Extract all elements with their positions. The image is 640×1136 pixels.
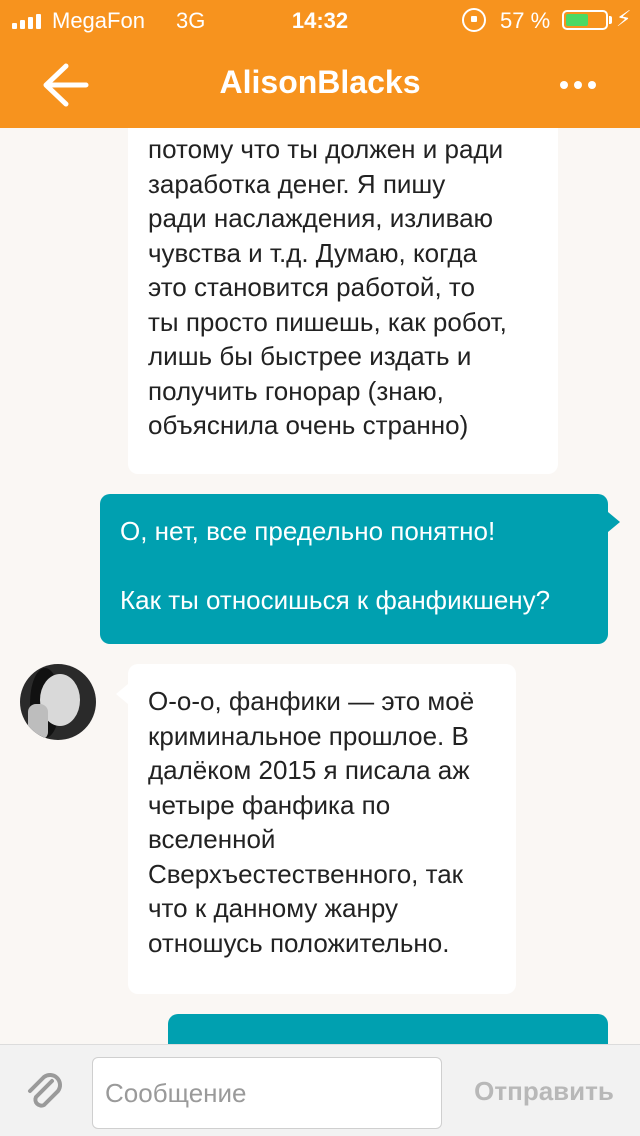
back-button[interactable] [36, 60, 96, 110]
signal-icon [12, 13, 41, 29]
message-line: что к данному жанру [148, 893, 399, 923]
avatar[interactable] [20, 664, 96, 740]
message-line: чувства и т.д. Думаю, когда [148, 237, 478, 268]
message-bubble-outgoing [168, 1014, 608, 1044]
more-options-button[interactable] [550, 70, 606, 100]
message-line: четыре фанфика по [148, 789, 391, 820]
paperclip-icon [28, 1073, 62, 1108]
arrow-left-icon [43, 63, 89, 107]
message-line: отношусь положительно. [148, 927, 450, 958]
network-type: 3G [176, 8, 206, 33]
message-bubble-incoming: потому что ты должен и ради заработка де… [128, 128, 558, 474]
more-dots-icon [560, 81, 568, 89]
orientation-lock-icon [462, 8, 486, 32]
chat-title: AlisonBlacks [219, 64, 421, 100]
message-line: лишь бы быстрее издать и [148, 341, 472, 371]
status-bar: MegaFon 3G 14:32 57 % ⚡ [0, 0, 640, 40]
composer-bar: Отправить [0, 1044, 640, 1136]
message-line: далёком 2015 я писала аж [148, 755, 470, 785]
battery-icon [562, 10, 608, 30]
charging-icon: ⚡ [616, 6, 632, 31]
message-line: вселенной [148, 824, 276, 854]
message-bubble-outgoing: О, нет, все предельно понятно! Как ты от… [100, 494, 620, 644]
message-line-break [120, 549, 588, 584]
message-line: О, нет, все предельно понятно! [120, 516, 496, 546]
message-line: потому что ты должен и ради [148, 134, 504, 164]
message-bubble-incoming: О-о-о, фанфики — это моё криминальное пр… [116, 664, 516, 994]
battery-level [566, 14, 588, 26]
message-input[interactable] [92, 1057, 442, 1129]
message-line: ты просто пишешь, как робот, [148, 306, 507, 337]
battery-percent: 57 % [500, 8, 551, 33]
avatar-hand [28, 704, 48, 740]
message-line: это становится работой, то [148, 272, 475, 302]
more-dots-icon [588, 81, 596, 89]
message-line: криминальное прошлое. В [148, 720, 469, 751]
message-line: заработка денег. Я пишу [148, 168, 446, 199]
message-line: О-о-о, фанфики — это моё [148, 686, 475, 716]
more-dots-icon [574, 81, 582, 89]
attach-button[interactable] [22, 1069, 70, 1117]
message-line: Сверхъестественного, так [148, 858, 464, 889]
message-line: ради наслаждения, изливаю [148, 203, 494, 233]
message-line: объяснила очень странно) [148, 410, 469, 440]
app-header: MegaFon 3G 14:32 57 % ⚡ AlisonBlacks [0, 0, 640, 128]
message-line: Как ты относишься к фанфикшену? [120, 585, 551, 615]
battery-tip [609, 16, 612, 24]
send-button[interactable]: Отправить [460, 1071, 628, 1111]
carrier-name: MegaFon [52, 8, 145, 33]
message-line: получить гонорар (знаю, [148, 375, 444, 406]
message-list[interactable]: потому что ты должен и ради заработка де… [0, 128, 640, 1044]
